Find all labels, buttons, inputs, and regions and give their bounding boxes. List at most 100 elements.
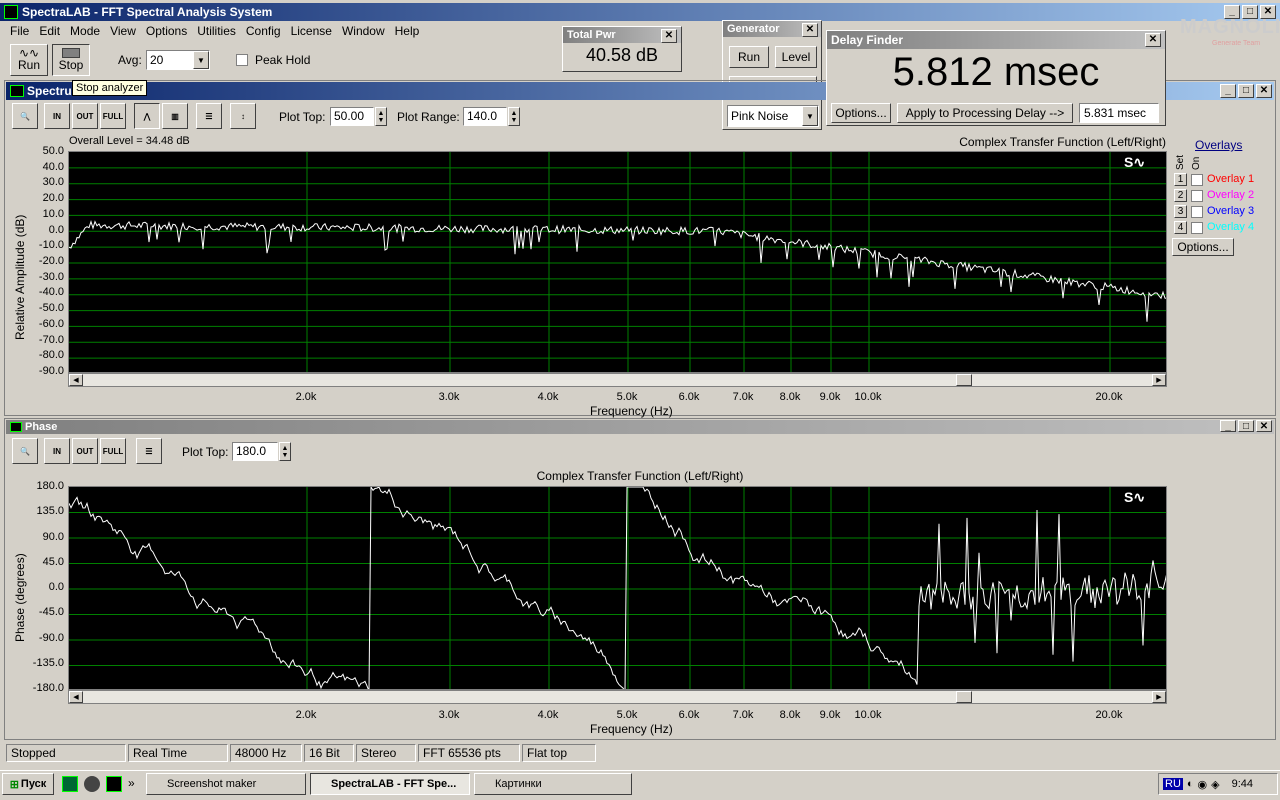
zoom-full-icon[interactable]: FULL: [100, 438, 126, 464]
task-spectralab[interactable]: SpectraLAB - FFT Spe...: [310, 773, 470, 795]
x-tick-label: 10.0k: [854, 709, 882, 721]
overlay-set-button-2[interactable]: 2: [1174, 189, 1187, 202]
plot-range-spinner[interactable]: ▲ ▼: [508, 107, 520, 126]
plot-top-spinner[interactable]: ▲ ▼: [375, 107, 387, 126]
settings-icon[interactable]: ☰: [196, 103, 222, 129]
spectrum-plot[interactable]: [68, 151, 1167, 373]
start-button[interactable]: ⊞ Пуск: [2, 773, 54, 795]
menu-utilities[interactable]: Utilities: [197, 24, 236, 38]
quicklaunch-icon[interactable]: [62, 776, 78, 792]
avg-select[interactable]: 20 ▼: [146, 50, 210, 70]
apply-delay-button[interactable]: Apply to Processing Delay -->: [897, 103, 1073, 123]
phase-plot-top-input[interactable]: 180.0: [232, 442, 278, 461]
scroll-right-icon[interactable]: ▶: [1152, 374, 1166, 386]
zoom-icon[interactable]: 🔍: [12, 438, 38, 464]
x-tick-label: 7.0k: [732, 709, 754, 721]
volume-icon[interactable]: ◉: [1198, 778, 1208, 791]
x-tick-label: 20.0k: [1095, 709, 1123, 721]
minimize-button[interactable]: _: [1220, 420, 1236, 432]
clock: 9:44: [1231, 778, 1254, 790]
chevron-down-icon[interactable]: ▼: [193, 51, 209, 69]
zoom-in-icon[interactable]: IN: [44, 438, 70, 464]
peak-hold-checkbox[interactable]: [236, 54, 248, 66]
line-mode-icon[interactable]: ⋀: [134, 103, 160, 129]
plot-range-label: Plot Range:: [397, 110, 460, 124]
quicklaunch-icon[interactable]: [84, 776, 100, 792]
scale-icon[interactable]: ↕: [230, 103, 256, 129]
menu-mode[interactable]: Mode: [70, 24, 100, 38]
processing-delay-field[interactable]: 5.831 msec: [1079, 103, 1159, 123]
sync-icon[interactable]: S∿: [1124, 489, 1145, 506]
zoom-full-icon[interactable]: FULL: [100, 103, 126, 129]
zoom-icon[interactable]: 🔍: [12, 103, 38, 129]
menu-window[interactable]: Window: [342, 24, 385, 38]
network-icon[interactable]: ◐: [1187, 778, 1194, 790]
maximize-button[interactable]: □: [1238, 420, 1254, 432]
scroll-left-icon[interactable]: ◀: [69, 691, 83, 703]
overlays-set-label: Set: [1175, 154, 1186, 170]
menu-options[interactable]: Options: [146, 24, 187, 38]
x-tick-label: 20.0k: [1095, 391, 1123, 403]
y-tick-label: -80.0: [38, 349, 64, 362]
spectrum-scrollbar[interactable]: ◀ ▶: [68, 373, 1167, 387]
overlay-checkbox-2[interactable]: [1191, 190, 1203, 202]
overlay-checkbox-3[interactable]: [1191, 206, 1203, 218]
overlays-options-button[interactable]: Options...: [1172, 238, 1234, 256]
generator-run-button[interactable]: Run: [729, 46, 769, 68]
status-cell: Flat top: [522, 744, 596, 762]
overlay-label-1: Overlay 1: [1207, 173, 1255, 185]
overlay-checkbox-1[interactable]: [1191, 174, 1203, 186]
spectrum-xlabel: Frequency (Hz): [590, 404, 673, 418]
antivirus-icon[interactable]: ◈: [1211, 778, 1219, 791]
language-indicator[interactable]: RU: [1163, 778, 1183, 790]
phase-plot-top-spinner[interactable]: ▲ ▼: [279, 442, 291, 461]
scroll-right-icon[interactable]: ▶: [1152, 691, 1166, 703]
delay-options-button[interactable]: Options...: [831, 103, 891, 123]
settings-icon[interactable]: ☰: [136, 438, 162, 464]
x-tick-label: 4.0k: [537, 709, 559, 721]
menu-license[interactable]: License: [291, 24, 332, 38]
zoom-out-icon[interactable]: OUT: [72, 438, 98, 464]
scroll-thumb[interactable]: [956, 691, 972, 703]
phase-titlebar: Phase: [6, 420, 1274, 434]
scroll-thumb[interactable]: [956, 374, 972, 386]
close-button[interactable]: ✕: [1256, 420, 1272, 432]
menu-edit[interactable]: Edit: [39, 24, 60, 38]
y-tick-label: -45.0: [38, 606, 64, 619]
overlay-set-button-1[interactable]: 1: [1174, 173, 1187, 186]
zoom-out-icon[interactable]: OUT: [72, 103, 98, 129]
close-icon[interactable]: ✕: [1145, 33, 1161, 47]
sync-icon[interactable]: S∿: [1124, 154, 1145, 171]
overlay-set-button-3[interactable]: 3: [1174, 205, 1187, 218]
overlay-set-button-4[interactable]: 4: [1174, 221, 1187, 234]
menu-config[interactable]: Config: [246, 24, 281, 38]
stop-button[interactable]: Stop: [52, 44, 90, 76]
y-tick-label: 45.0: [42, 555, 64, 568]
phase-plot[interactable]: [68, 486, 1167, 690]
close-icon[interactable]: ✕: [802, 23, 818, 37]
run-button[interactable]: ∿∿ Run: [10, 44, 48, 76]
maximize-button[interactable]: □: [1238, 84, 1254, 98]
quicklaunch-icon[interactable]: [106, 776, 122, 792]
status-cell: 48000 Hz: [230, 744, 302, 762]
x-tick-label: 3.0k: [438, 709, 460, 721]
plot-top-input[interactable]: 50.00: [330, 107, 374, 126]
task-kartinki[interactable]: Картинки: [474, 773, 632, 795]
menu-help[interactable]: Help: [395, 24, 420, 38]
zoom-in-icon[interactable]: IN: [44, 103, 70, 129]
overlay-checkbox-4[interactable]: [1191, 222, 1203, 234]
minimize-button[interactable]: _: [1220, 84, 1236, 98]
menu-file[interactable]: File: [10, 24, 29, 38]
close-icon[interactable]: ✕: [661, 29, 677, 43]
x-tick-label: 5.0k: [616, 391, 638, 403]
bar-mode-icon[interactable]: ▥: [162, 103, 188, 129]
quicklaunch-more-icon[interactable]: »: [128, 776, 135, 792]
plot-range-input[interactable]: 140.0: [463, 107, 507, 126]
generator-level-button[interactable]: Level: [775, 46, 817, 68]
phase-scrollbar[interactable]: ◀ ▶: [68, 690, 1167, 704]
menu-view[interactable]: View: [110, 24, 136, 38]
task-screenshot-maker[interactable]: Screenshot maker: [146, 773, 306, 795]
close-button[interactable]: ✕: [1256, 84, 1272, 98]
scroll-left-icon[interactable]: ◀: [69, 374, 83, 386]
y-tick-label: 40.0: [42, 160, 64, 173]
